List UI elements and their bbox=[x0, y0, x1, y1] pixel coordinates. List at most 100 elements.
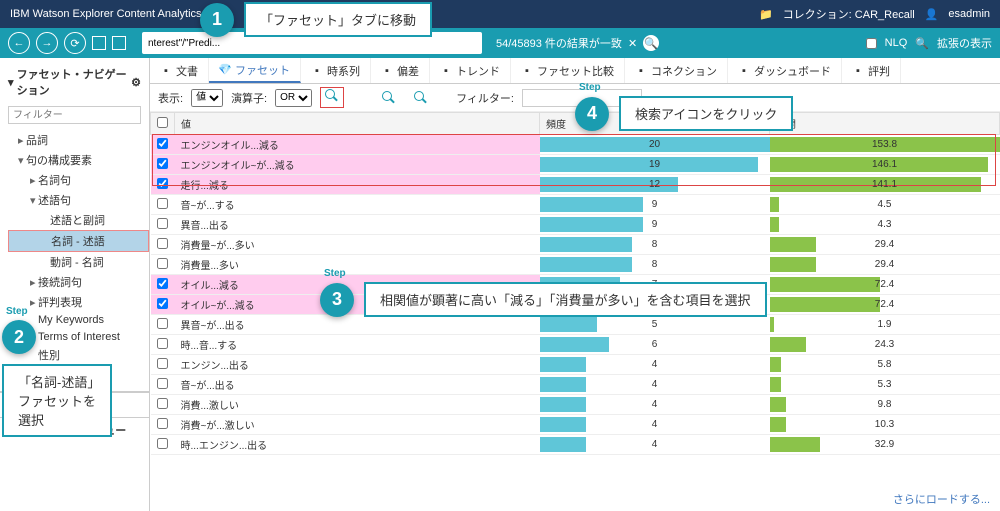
table-row[interactable]: エンジン...出る45.8 bbox=[151, 355, 1000, 375]
load-more-link[interactable]: さらにロードする... bbox=[150, 487, 1000, 511]
magnifier-icon bbox=[325, 89, 339, 103]
search-icon[interactable]: 🔍 bbox=[643, 35, 659, 51]
table-row[interactable]: 音~が...出る45.3 bbox=[151, 375, 1000, 395]
row-value: 異音~が...出る bbox=[175, 315, 540, 335]
freq-value: 19 bbox=[546, 159, 764, 170]
result-count: 54/45893 件の結果が一致 bbox=[496, 35, 622, 51]
sidebar-item-評判表現[interactable]: ▸評判表現 bbox=[8, 292, 149, 312]
collection-label[interactable]: コレクション: CAR_Recall bbox=[783, 6, 915, 22]
toggle-1[interactable] bbox=[92, 36, 106, 50]
table-row[interactable]: 時...エンジン...出る432.9 bbox=[151, 435, 1000, 455]
corr-value: 5.8 bbox=[776, 359, 994, 370]
tab-コネクション[interactable]: ▪コネクション bbox=[625, 58, 728, 83]
tab-文書[interactable]: ▪文書 bbox=[150, 58, 209, 83]
table-row[interactable]: 音~が...する94.5 bbox=[151, 195, 1000, 215]
corr-value: 29.4 bbox=[776, 259, 994, 270]
table-row[interactable]: 消費~が...激しい410.3 bbox=[151, 415, 1000, 435]
expand-icon[interactable]: 🔍 bbox=[915, 37, 929, 50]
magnifier-icon-3[interactable] bbox=[414, 91, 428, 105]
operator-select[interactable]: OR bbox=[275, 89, 312, 107]
refresh-button[interactable]: ⟳ bbox=[64, 32, 86, 54]
table-row[interactable]: エンジンオイル...減る20153.8 bbox=[151, 135, 1000, 155]
operator-label: 演算子: bbox=[231, 90, 267, 106]
magnifier-icon-2[interactable] bbox=[382, 91, 396, 105]
freq-value: 4 bbox=[546, 359, 764, 370]
toolbar: ← → ⟳ 54/45893 件の結果が一致 ✕ 🔍 NLQ 🔍 拡張の表示 bbox=[0, 28, 1000, 58]
corr-value: 9.8 bbox=[776, 399, 994, 410]
sidebar-item-動詞 - 名詞[interactable]: 動詞 - 名詞 bbox=[8, 252, 149, 272]
sidebar-item-述語と副詞[interactable]: 述語と副詞 bbox=[8, 210, 149, 230]
row-checkbox[interactable] bbox=[157, 418, 168, 429]
tab-ファセット比較[interactable]: ▪ファセット比較 bbox=[511, 58, 625, 83]
expand-label[interactable]: 拡張の表示 bbox=[937, 35, 992, 51]
row-checkbox[interactable] bbox=[157, 198, 168, 209]
back-button[interactable]: ← bbox=[8, 32, 30, 54]
table-row[interactable]: エンジンオイル~が...減る19146.1 bbox=[151, 155, 1000, 175]
row-value: エンジンオイル~が...減る bbox=[175, 155, 540, 175]
table-row[interactable]: 消費...激しい49.8 bbox=[151, 395, 1000, 415]
tab-ダッシュボード[interactable]: ▪ダッシュボード bbox=[728, 58, 842, 83]
tab-評判[interactable]: ▪評判 bbox=[842, 58, 901, 83]
freq-value: 8 bbox=[546, 239, 764, 250]
clear-icon[interactable]: ✕ bbox=[628, 37, 637, 50]
search-input[interactable] bbox=[148, 38, 476, 49]
row-checkbox[interactable] bbox=[157, 378, 168, 389]
table-row[interactable]: 異音...出る94.3 bbox=[151, 215, 1000, 235]
col-value[interactable]: 値 bbox=[175, 113, 540, 135]
col-corr[interactable]: 相関 bbox=[770, 113, 1000, 135]
gear-icon[interactable]: ⚙ bbox=[131, 76, 141, 89]
tab-トレンド[interactable]: ▪トレンド bbox=[430, 58, 511, 83]
app-header: IBM Watson Explorer Content Analytics 📁 … bbox=[0, 0, 1000, 28]
sidebar-item-名詞 - 述語[interactable]: 名詞 - 述語 bbox=[8, 230, 149, 252]
freq-value: 6 bbox=[546, 339, 764, 350]
sidebar-filter-input[interactable] bbox=[8, 106, 141, 124]
row-value: 消費...激しい bbox=[175, 395, 540, 415]
row-checkbox[interactable] bbox=[157, 158, 168, 169]
row-checkbox[interactable] bbox=[157, 218, 168, 229]
sidebar-item-句の構成要素[interactable]: ▾句の構成要素 bbox=[8, 150, 149, 170]
row-checkbox[interactable] bbox=[157, 178, 168, 189]
filter-label: フィルター: bbox=[456, 90, 514, 106]
forward-button[interactable]: → bbox=[36, 32, 58, 54]
user-icon: 👤 bbox=[925, 8, 939, 21]
table-row[interactable]: 消費量~が...多い829.4 bbox=[151, 235, 1000, 255]
tab-ファセット[interactable]: 💎ファセット bbox=[209, 58, 301, 83]
search-action-button[interactable] bbox=[320, 87, 344, 108]
freq-value: 5 bbox=[546, 319, 764, 330]
row-checkbox[interactable] bbox=[157, 358, 168, 369]
row-checkbox[interactable] bbox=[157, 278, 168, 289]
row-value: 音~が...出る bbox=[175, 375, 540, 395]
toggle-2[interactable] bbox=[112, 36, 126, 50]
row-checkbox[interactable] bbox=[157, 438, 168, 449]
table-row[interactable]: 消費量...多い829.4 bbox=[151, 255, 1000, 275]
freq-value: 9 bbox=[546, 199, 764, 210]
tab-時系列[interactable]: ▪時系列 bbox=[301, 58, 371, 83]
row-checkbox[interactable] bbox=[157, 138, 168, 149]
facet-nav-title: ファセット・ナビゲーション bbox=[17, 66, 132, 98]
row-checkbox[interactable] bbox=[157, 238, 168, 249]
sidebar-item-名詞句[interactable]: ▸名詞句 bbox=[8, 170, 149, 190]
chevron-down-icon[interactable]: ▾ bbox=[8, 76, 14, 89]
tab-偏差[interactable]: ▪偏差 bbox=[371, 58, 430, 83]
row-checkbox[interactable] bbox=[157, 398, 168, 409]
corr-value: 1.9 bbox=[776, 319, 994, 330]
sidebar-item-品詞[interactable]: ▸品詞 bbox=[8, 130, 149, 150]
nlq-checkbox[interactable] bbox=[866, 38, 877, 49]
row-value: 消費~が...激しい bbox=[175, 415, 540, 435]
display-select[interactable]: 値 bbox=[191, 89, 223, 107]
row-checkbox[interactable] bbox=[157, 338, 168, 349]
sidebar-item-接続詞句[interactable]: ▸接続詞句 bbox=[8, 272, 149, 292]
select-all-header[interactable] bbox=[151, 113, 175, 135]
user-name[interactable]: esadmin bbox=[948, 8, 990, 20]
row-checkbox[interactable] bbox=[157, 298, 168, 309]
row-checkbox[interactable] bbox=[157, 318, 168, 329]
row-checkbox[interactable] bbox=[157, 258, 168, 269]
step3-annotation: Step 3 相関値が顕著に高い「減る」「消費量が多い」を含む項目を選択 bbox=[320, 282, 767, 317]
sidebar-item-述語句[interactable]: ▾述語句 bbox=[8, 190, 149, 210]
table-row[interactable]: 時...音...する624.3 bbox=[151, 335, 1000, 355]
diamond-icon: 💎 bbox=[219, 64, 231, 76]
table-row[interactable]: 異音~が...出る 5 1.9 bbox=[151, 315, 1000, 335]
row-value: 時...エンジン...出る bbox=[175, 435, 540, 455]
table-row[interactable]: 走行...減る12141.1 bbox=[151, 175, 1000, 195]
step2-annotation: Step 2 「名詞-述語」 ファセットを選択 bbox=[2, 320, 112, 437]
